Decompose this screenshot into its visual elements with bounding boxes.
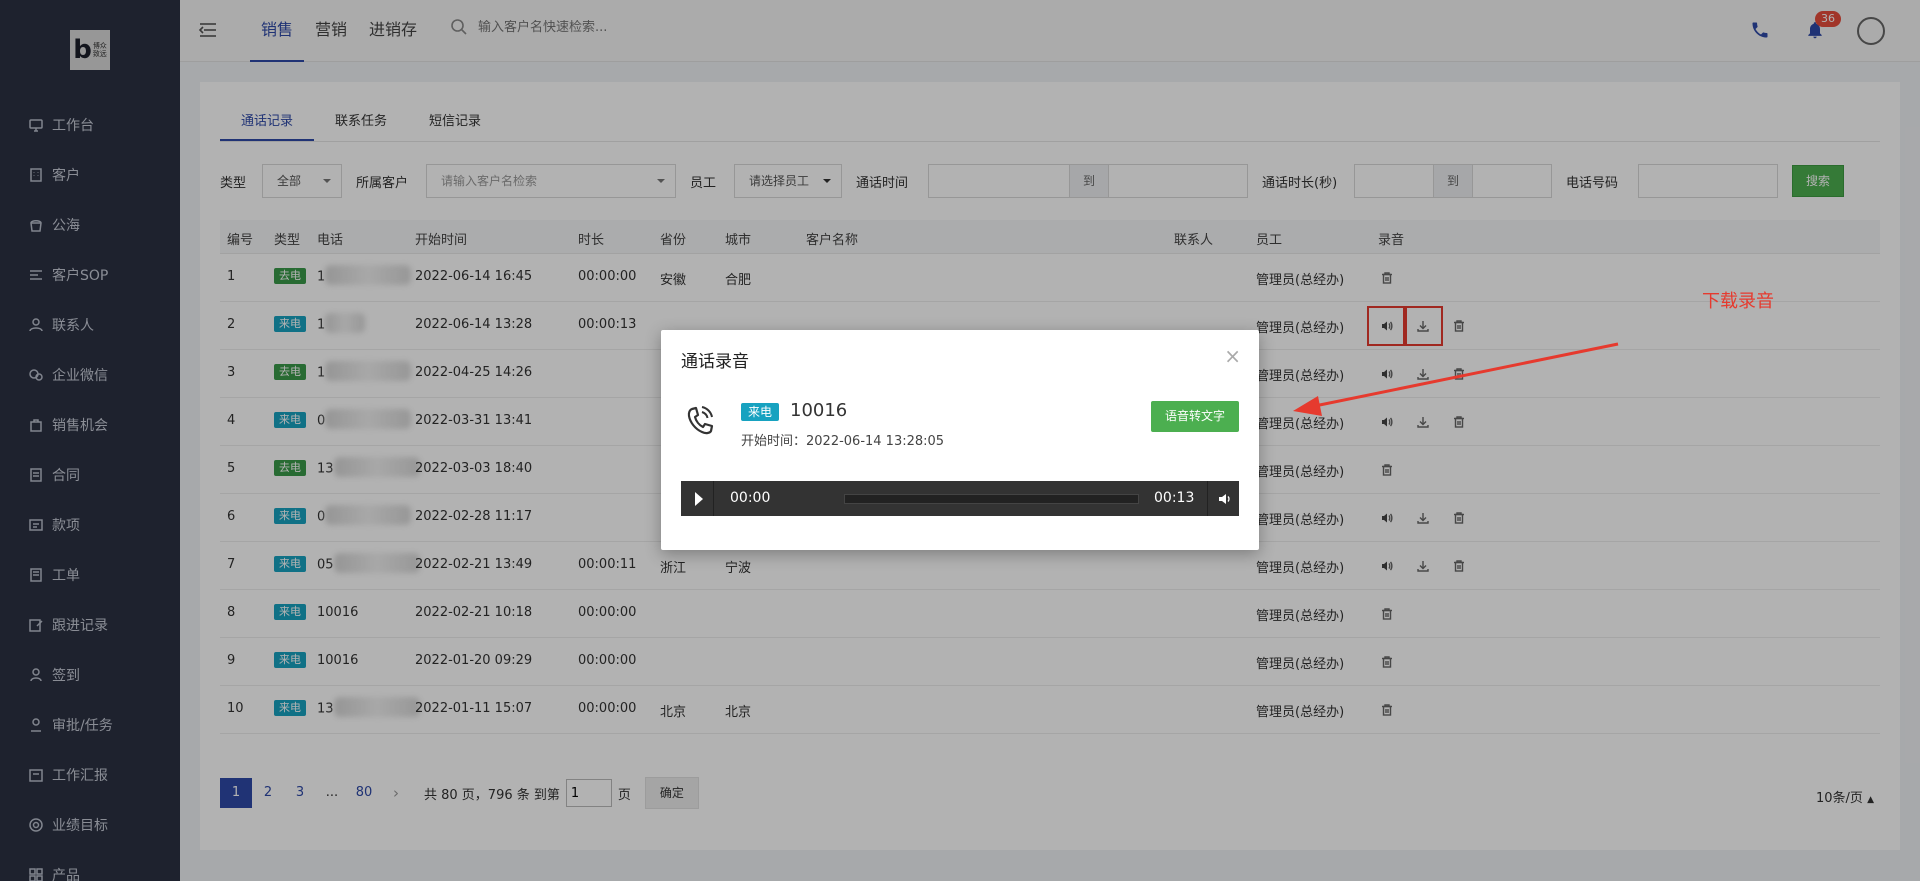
close-icon[interactable]: × bbox=[1224, 344, 1241, 368]
speech-to-text-button[interactable]: 语音转文字 bbox=[1151, 401, 1239, 432]
play-icon[interactable] bbox=[695, 492, 703, 506]
player-divider bbox=[1207, 481, 1208, 516]
call-recording-modal: 通话录音 × 来电 10016 开始时间：2022-06-14 13:28:05… bbox=[661, 330, 1259, 550]
phone-ringing-icon bbox=[687, 406, 714, 435]
player-current-time: 00:00 bbox=[730, 490, 771, 506]
player-progress-bar[interactable] bbox=[844, 494, 1139, 504]
volume-icon[interactable] bbox=[1217, 491, 1233, 507]
call-type-tag: 来电 bbox=[741, 403, 780, 421]
call-number: 10016 bbox=[790, 400, 848, 421]
audio-player: 00:00 00:13 bbox=[681, 481, 1239, 516]
call-start-time: 开始时间：2022-06-14 13:28:05 bbox=[741, 434, 945, 449]
modal-title: 通话录音 bbox=[681, 352, 749, 372]
player-divider bbox=[713, 481, 714, 516]
annotation-label: 下载录音 bbox=[1702, 291, 1774, 312]
player-total-time: 00:13 bbox=[1154, 490, 1195, 506]
call-type-tag-label: 来电 bbox=[741, 403, 780, 421]
